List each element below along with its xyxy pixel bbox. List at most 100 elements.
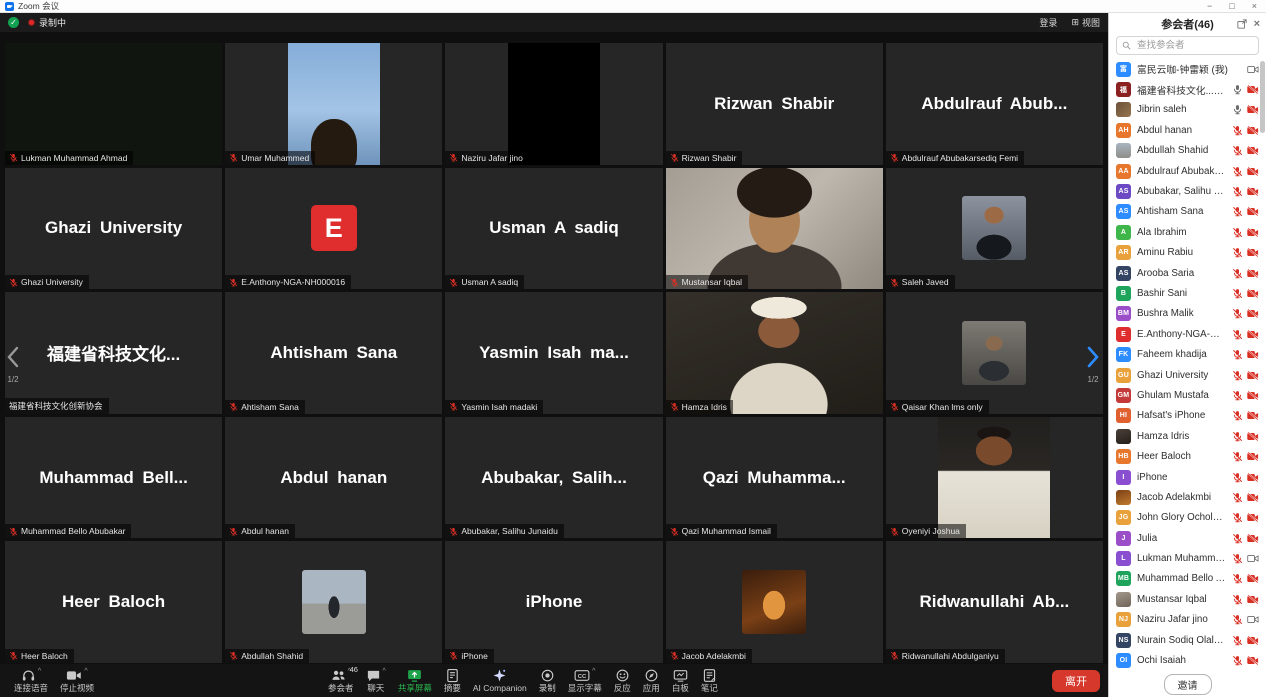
video-tile-e-anthony-nga-nh000016[interactable]: EE.Anthony-NGA-NH000016 <box>225 168 442 290</box>
video-tile-福建省科技文化创新协会[interactable]: 福建省科技文化...福建省科技文化创新协会 <box>5 292 222 414</box>
apps-button[interactable]: 应用 <box>637 664 666 697</box>
leave-button[interactable]: 离开 <box>1052 670 1100 692</box>
participant-row-muhammad-bello-abubakar[interactable]: MBMuhammad Bello Abubakar <box>1109 569 1266 589</box>
video-tile-abdul-hanan[interactable]: Abdul hananAbdul hanan <box>225 417 442 539</box>
captions-button[interactable]: CC^显示字幕 <box>562 664 608 697</box>
video-tile-hamza-idris[interactable]: Hamza Idris <box>666 292 883 414</box>
video-tile-usman-a-sadiq[interactable]: Usman A sadiqUsman A sadiq <box>445 168 662 290</box>
video-tile-umar-muhammed[interactable]: Umar Muhammed <box>225 43 442 165</box>
meeting-topbar: ✓ 录制中 登录 ⊞视图 <box>0 13 1108 32</box>
participant-status-icons <box>1232 533 1259 544</box>
participant-row-heer-baloch[interactable]: HBHeer Baloch <box>1109 446 1266 466</box>
tile-profile-photo <box>302 570 366 634</box>
video-tile-qazi-muhammad-ismail[interactable]: Qazi Muhamma...Qazi Muhammad Ismail <box>666 417 883 539</box>
chevron-up-icon[interactable]: ^ <box>592 668 595 676</box>
video-tile-mustansar-iqbal[interactable]: Mustansar Iqbal <box>666 168 883 290</box>
video-tile-jacob-adelakmbi[interactable]: Jacob Adelakmbi <box>666 541 883 663</box>
participant-row-ghazi-university[interactable]: GUGhazi University <box>1109 365 1266 385</box>
toolbar-item-label: 白板 <box>672 684 689 693</box>
chevron-up-icon[interactable]: ^ <box>38 668 41 676</box>
participant-row-ahtisham-sana[interactable]: ASAhtisham Sana <box>1109 202 1266 222</box>
video-tile-ahtisham-sana[interactable]: Ahtisham SanaAhtisham Sana <box>225 292 442 414</box>
participant-row-abubakar-salihu-junaidu[interactable]: ASAbubakar, Salihu Junaidu <box>1109 181 1266 201</box>
meeting-info-icon[interactable]: ✓ <box>8 17 19 28</box>
video-tile-ridwanullahi-abdulganiyu[interactable]: Ridwanullahi Ab...Ridwanullahi Abdulgani… <box>886 541 1103 663</box>
participant-row-abdulrauf-abubakarsediq-femi[interactable]: AAAbdulrauf Abubakarsediq Femi <box>1109 161 1266 181</box>
video-tile-naziru-jafar-jino[interactable]: Naziru Jafar jino <box>445 43 662 165</box>
video-tile-oyeniyi-joshua[interactable]: Oyeniyi Joshua <box>886 417 1103 539</box>
participant-row-jacob-adelakmbi[interactable]: Jacob Adelakmbi <box>1109 487 1266 507</box>
participant-row-bashir-sani[interactable]: BBashir Sani <box>1109 283 1266 303</box>
participant-row-mustansar-iqbal[interactable]: Mustansar Iqbal <box>1109 589 1266 609</box>
notes-button[interactable]: 笔记 <box>695 664 724 697</box>
close-button[interactable]: × <box>1252 1 1257 11</box>
whiteboard-button[interactable]: 白板 <box>666 664 695 697</box>
participant-row-ghulam-mustafa[interactable]: GMGhulam Mustafa <box>1109 385 1266 405</box>
participant-avatar <box>1116 102 1131 117</box>
participants-button[interactable]: ^46参会者 <box>322 664 360 697</box>
video-tile-rizwan-shabir[interactable]: Rizwan ShabirRizwan Shabir <box>666 43 883 165</box>
participant-row-abdul-hanan[interactable]: AHAbdul hanan <box>1109 120 1266 140</box>
participant-row-hamza-idris[interactable]: Hamza Idris <box>1109 426 1266 446</box>
participant-row-ochi-isaiah[interactable]: OIOchi Isaiah <box>1109 650 1266 670</box>
participant-row-e-anthony-nga-nh000016[interactable]: EE.Anthony-NGA-NH000016 <box>1109 324 1266 344</box>
audio-button[interactable]: ^连接语音 <box>8 664 54 697</box>
participant-avatar: E <box>1116 327 1131 342</box>
video-tile-saleh-javed[interactable]: Saleh Javed <box>886 168 1103 290</box>
summary-button[interactable]: 摘要 <box>438 664 467 697</box>
reactions-button[interactable]: 反应 <box>608 664 637 697</box>
search-input[interactable] <box>1135 39 1253 52</box>
participant-row-hafsat-s-iphone[interactable]: HIHafsat's iPhone <box>1109 406 1266 426</box>
video-button[interactable]: ^停止视频 <box>54 664 100 697</box>
participant-row-aminu-rabiu[interactable]: ARAminu Rabiu <box>1109 243 1266 263</box>
participant-status-icons <box>1232 573 1259 584</box>
video-tile-abubakar-salihu-junaidu[interactable]: Abubakar, Salih...Abubakar, Salihu Junai… <box>445 417 662 539</box>
audio-icon <box>21 668 36 683</box>
record-button[interactable]: 录制 <box>533 664 562 697</box>
participant-row-福建省科技文化-主持人[interactable]: 福福建省科技文化... (主持人) <box>1109 79 1266 99</box>
invite-button[interactable]: 邀请 <box>1164 674 1212 695</box>
video-tile-abdullah-shahid[interactable]: Abdullah Shahid <box>225 541 442 663</box>
participant-row-abdullah-shahid[interactable]: Abdullah Shahid <box>1109 141 1266 161</box>
participant-row-nurain-sodiq-olalekan[interactable]: NSNurain Sodiq Olalekan <box>1109 630 1266 650</box>
participant-status-icons <box>1232 308 1259 319</box>
participant-name: Jacob Adelakmbi <box>1137 492 1226 503</box>
maximize-button[interactable]: □ <box>1229 1 1234 11</box>
next-page-arrow[interactable]: 1/2 <box>1082 346 1104 384</box>
chat-button[interactable]: ^聊天 <box>360 664 392 697</box>
participant-row[interactable] <box>1109 671 1266 672</box>
scrollbar[interactable] <box>1260 61 1265 133</box>
close-panel-icon[interactable]: × <box>1254 18 1260 30</box>
chevron-up-icon[interactable]: ^ <box>383 668 386 676</box>
video-tile-iphone[interactable]: iPhoneiPhone <box>445 541 662 663</box>
participant-row-arooba-saria[interactable]: ASArooba Saria <box>1109 263 1266 283</box>
participant-row-iphone[interactable]: IiPhone <box>1109 467 1266 487</box>
video-tile-yasmin-isah-madaki[interactable]: Yasmin Isah ma...Yasmin Isah madaki <box>445 292 662 414</box>
video-tile-lukman-muhammad-ahmad[interactable]: Lukman Muhammad Ahmad <box>5 43 222 165</box>
video-tile-abdulrauf-abubakarsediq-femi[interactable]: Abdulrauf Abub...Abdulrauf Abubakarsediq… <box>886 43 1103 165</box>
participant-name-text: Mustansar Iqbal <box>682 277 742 287</box>
minimize-button[interactable]: − <box>1207 1 1212 11</box>
participant-row-ala-ibrahim[interactable]: AAla Ibrahim <box>1109 222 1266 242</box>
video-tile-ghazi-university[interactable]: Ghazi UniversityGhazi University <box>5 168 222 290</box>
signin-button[interactable]: 登录 <box>1039 16 1057 29</box>
video-tile-qaisar-khan-lms-only[interactable]: Qaisar Khan lms only <box>886 292 1103 414</box>
popout-icon[interactable] <box>1237 19 1247 29</box>
ai-button[interactable]: AI Companion <box>467 664 533 697</box>
participant-row-john-glory-ocholongwa[interactable]: JGJohn Glory Ocholongwa <box>1109 508 1266 528</box>
view-button[interactable]: ⊞视图 <box>1071 16 1100 29</box>
share-button[interactable]: 共享屏幕 <box>392 664 438 697</box>
participant-row-julia[interactable]: JJulia <box>1109 528 1266 548</box>
video-tile-muhammad-bello-abubakar[interactable]: Muhammad Bell...Muhammad Bello Abubakar <box>5 417 222 539</box>
mic-muted-icon <box>890 153 899 162</box>
participant-row-faheem-khadija[interactable]: FKFaheem khadija <box>1109 344 1266 364</box>
previous-page-arrow[interactable]: 1/2 <box>2 346 24 384</box>
participant-row-富民云咖-钟雷颖-我[interactable]: 富富民云咖-钟雷颖 (我) <box>1109 59 1266 79</box>
participant-avatar <box>1116 592 1131 607</box>
chevron-up-icon[interactable]: ^ <box>84 668 87 676</box>
participant-row-lukman-muhammad-ahmad[interactable]: LLukman Muhammad Ahmad <box>1109 548 1266 568</box>
video-tile-heer-baloch[interactable]: Heer BalochHeer Baloch <box>5 541 222 663</box>
participant-row-naziru-jafar-jino[interactable]: NJNaziru Jafar jino <box>1109 610 1266 630</box>
participant-row-jibrin-saleh[interactable]: Jibrin saleh <box>1109 100 1266 120</box>
participant-row-bushra-malik[interactable]: BMBushra Malik <box>1109 304 1266 324</box>
